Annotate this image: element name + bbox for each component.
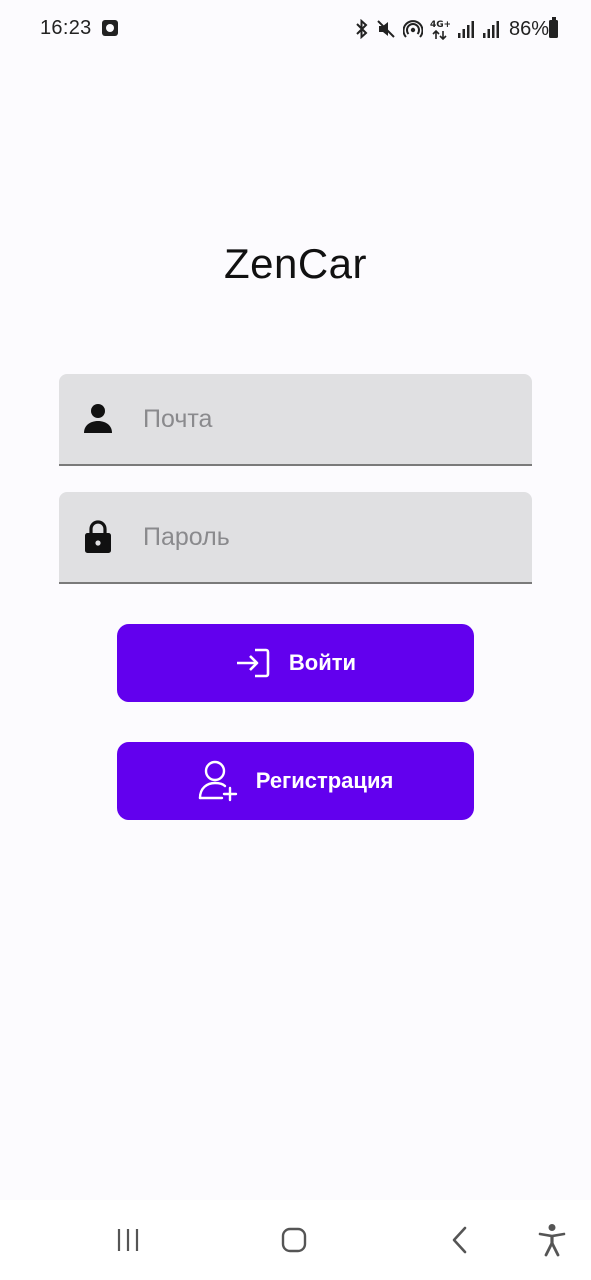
- signal-icon: [482, 21, 499, 38]
- person-icon: [84, 404, 112, 433]
- accessibility-icon[interactable]: [530, 1220, 574, 1260]
- lock-icon: [85, 520, 111, 553]
- login-button-label: Войти: [288, 650, 357, 675]
- network-4g-icon: 4G+: [430, 20, 450, 40]
- status-time: 16:23: [40, 17, 92, 39]
- app-title: ZenCar: [223, 240, 368, 287]
- login-icon: [236, 648, 270, 678]
- bluetooth-icon: [356, 19, 368, 39]
- email-field[interactable]: [59, 374, 532, 466]
- person-add-icon: [198, 760, 237, 802]
- hotspot-icon: [402, 20, 423, 38]
- password-input[interactable]: [143, 492, 513, 582]
- email-input[interactable]: [143, 374, 513, 464]
- svg-text:4G+: 4G+: [430, 20, 450, 30]
- battery-percentage: 86%: [508, 17, 549, 40]
- navigation-bar: [0, 1200, 591, 1280]
- mute-icon: [377, 20, 395, 38]
- register-button[interactable]: Регистрация: [117, 742, 474, 820]
- status-icons: 4G+ 86%: [355, 16, 549, 42]
- password-field[interactable]: [59, 492, 532, 584]
- status-bar: 16:23 4G+ 86%: [0, 0, 591, 60]
- login-screen: 16:23 4G+ 86% ZenCar Почта Войти Регистр…: [0, 0, 591, 1280]
- battery-icon: [549, 17, 558, 38]
- notification-icon: [102, 20, 118, 36]
- recents-icon[interactable]: [107, 1220, 151, 1260]
- login-button[interactable]: Войти: [117, 624, 474, 702]
- register-button-label: Регистрация: [255, 768, 394, 793]
- home-icon[interactable]: [272, 1220, 316, 1260]
- signal-icon: [457, 21, 474, 38]
- back-icon[interactable]: [438, 1220, 482, 1260]
